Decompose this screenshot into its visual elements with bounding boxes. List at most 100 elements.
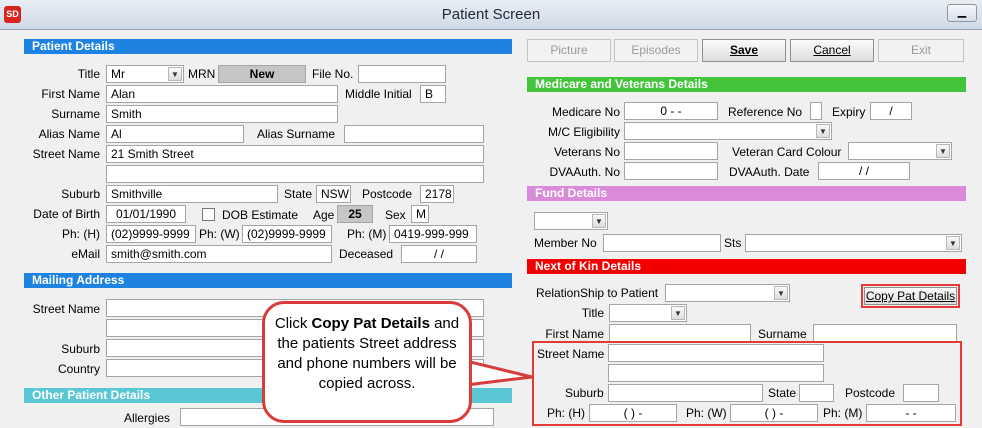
- medicare-header: Medicare and Veterans Details: [527, 77, 966, 92]
- sex-label: Sex: [385, 208, 406, 222]
- chevron-down-icon: ▼: [671, 306, 685, 320]
- email-label: eMail: [71, 247, 100, 261]
- mailing-address-header: Mailing Address: [24, 273, 512, 288]
- ph-h-input[interactable]: (02)9999-9999: [106, 225, 196, 243]
- chevron-down-icon: ▼: [592, 214, 606, 228]
- nok-first-name-input[interactable]: [609, 324, 751, 342]
- chevron-down-icon: ▼: [946, 236, 960, 250]
- relationship-select[interactable]: ▼: [665, 284, 790, 302]
- first-name-input[interactable]: Alan: [106, 85, 338, 103]
- member-no-label: Member No: [534, 236, 597, 250]
- mailing-suburb-label: Suburb: [61, 342, 100, 356]
- nok-postcode-input[interactable]: [903, 384, 939, 402]
- first-name-label: First Name: [41, 87, 100, 101]
- window-title: Patient Screen: [441, 6, 541, 23]
- nok-ph-m-label: Ph: (M): [823, 406, 863, 420]
- dob-estimate-checkbox[interactable]: [202, 208, 215, 221]
- nok-title-select[interactable]: ▼: [609, 304, 687, 322]
- nok-street-line2-input[interactable]: [608, 364, 824, 382]
- nok-suburb-input[interactable]: [608, 384, 763, 402]
- chevron-down-icon: ▼: [168, 67, 182, 81]
- veterans-no-input[interactable]: [624, 142, 718, 160]
- ph-h-label: Ph: (H): [61, 227, 100, 241]
- save-button[interactable]: Save: [702, 39, 786, 62]
- allergies-label: Allergies: [123, 411, 170, 425]
- minimize-button[interactable]: ▁: [947, 4, 977, 22]
- mailing-street-label: Street Name: [32, 302, 100, 316]
- callout-pointer: [466, 359, 534, 387]
- member-no-input[interactable]: [603, 234, 721, 252]
- street-line2-input[interactable]: [106, 165, 484, 183]
- file-no-input[interactable]: [358, 65, 446, 83]
- middle-initial-label: Middle Initial: [345, 87, 412, 101]
- ph-w-input[interactable]: (02)9999-9999: [242, 225, 332, 243]
- dob-input[interactable]: 01/01/1990: [106, 205, 186, 223]
- fund-header: Fund Details: [527, 186, 966, 201]
- exit-button[interactable]: Exit: [878, 39, 964, 62]
- alias-surname-label: Alias Surname: [257, 127, 336, 141]
- eligibility-select[interactable]: ▼: [624, 122, 832, 140]
- nok-ph-w-input[interactable]: ( ) -: [730, 404, 818, 422]
- veterans-no-label: Veterans No: [553, 145, 620, 159]
- postcode-input[interactable]: 2178: [420, 185, 454, 203]
- cancel-button[interactable]: Cancel: [790, 39, 874, 62]
- age-label: Age: [313, 208, 335, 222]
- callout-text-pre: Click: [274, 315, 312, 332]
- nok-surname-input[interactable]: [813, 324, 957, 342]
- episodes-button[interactable]: Episodes: [614, 39, 698, 62]
- email-input[interactable]: smith@smith.com: [106, 245, 332, 263]
- street-line1-input[interactable]: 21 Smith Street: [106, 145, 484, 163]
- dva-auth-date-input[interactable]: / /: [818, 162, 910, 180]
- middle-initial-input[interactable]: B: [420, 85, 446, 103]
- nok-ph-h-label: Ph: (H): [547, 406, 586, 420]
- nok-street-label: Street Name: [537, 347, 605, 361]
- fund-select[interactable]: ▼: [534, 212, 608, 230]
- nok-ph-h-input[interactable]: ( ) -: [589, 404, 677, 422]
- suburb-input[interactable]: Smithville: [106, 185, 278, 203]
- dva-auth-date-label: DVAAuth. Date: [729, 165, 810, 179]
- title-value: Mr: [111, 67, 125, 81]
- sts-select[interactable]: ▼: [745, 234, 962, 252]
- expiry-label: Expiry: [832, 105, 866, 119]
- nok-ph-m-input[interactable]: - -: [866, 404, 956, 422]
- alias-name-label: Alias Name: [38, 127, 100, 141]
- sts-label: Sts: [724, 236, 742, 250]
- ph-m-input[interactable]: 0419-999-999: [389, 225, 477, 243]
- nok-suburb-label: Suburb: [565, 386, 604, 400]
- nok-state-input[interactable]: [799, 384, 834, 402]
- ph-w-label: Ph: (W): [199, 227, 240, 241]
- chevron-down-icon: ▼: [774, 286, 788, 300]
- dva-auth-no-input[interactable]: [624, 162, 718, 180]
- mailing-country-label: Country: [57, 362, 100, 376]
- nok-ph-w-label: Ph: (W): [686, 406, 727, 420]
- dob-label: Date of Birth: [33, 207, 100, 221]
- relationship-label: RelationShip to Patient: [536, 286, 659, 300]
- surname-input[interactable]: Smith: [106, 105, 338, 123]
- expiry-input[interactable]: /: [870, 102, 912, 120]
- dva-auth-no-label: DVAAuth. No: [549, 165, 620, 179]
- state-input[interactable]: NSW: [316, 185, 351, 203]
- deceased-input[interactable]: / /: [401, 245, 477, 263]
- title-select[interactable]: Mr ▼: [106, 65, 184, 83]
- reference-no-label: Reference No: [728, 105, 803, 119]
- chevron-down-icon: ▼: [816, 124, 830, 138]
- mrn-label: MRN: [188, 67, 216, 81]
- title-label: Title: [77, 67, 100, 81]
- sex-input[interactable]: M: [411, 205, 429, 223]
- ph-m-label: Ph: (M): [347, 227, 387, 241]
- medicare-no-label: Medicare No: [551, 105, 620, 119]
- next-of-kin-header: Next of Kin Details: [527, 259, 966, 274]
- nok-street-line1-input[interactable]: [608, 344, 824, 362]
- nok-title-label: Title: [581, 306, 604, 320]
- veteran-card-colour-label: Veteran Card Colour: [732, 145, 842, 159]
- picture-button[interactable]: Picture: [527, 39, 611, 62]
- suburb-label: Suburb: [61, 187, 100, 201]
- nok-postcode-label: Postcode: [845, 386, 896, 400]
- alias-name-input[interactable]: Al: [106, 125, 244, 143]
- veteran-card-colour-select[interactable]: ▼: [848, 142, 952, 160]
- alias-surname-input[interactable]: [344, 125, 484, 143]
- medicare-no-input[interactable]: 0 - -: [624, 102, 718, 120]
- reference-no-input[interactable]: [810, 102, 822, 120]
- instruction-callout: Click Copy Pat Details and the patients …: [262, 301, 472, 423]
- copy-pat-details-button[interactable]: Copy Pat Details: [864, 287, 957, 305]
